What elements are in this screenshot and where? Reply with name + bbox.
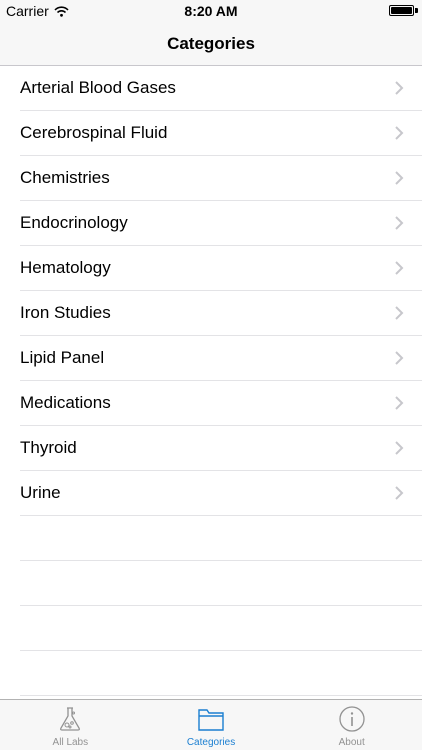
chevron-right-icon bbox=[395, 396, 404, 410]
empty-row bbox=[20, 651, 422, 696]
category-row-chemistries[interactable]: Chemistries bbox=[20, 156, 422, 201]
category-label: Lipid Panel bbox=[20, 348, 105, 367]
category-label: Endocrinology bbox=[20, 213, 128, 232]
empty-row bbox=[20, 516, 422, 561]
category-row-thyroid[interactable]: Thyroid bbox=[20, 426, 422, 471]
category-label: Hematology bbox=[20, 258, 111, 277]
category-row-arterial-blood-gases[interactable]: Arterial Blood Gases bbox=[20, 66, 422, 111]
tab-label: About bbox=[338, 737, 365, 748]
chevron-right-icon bbox=[395, 441, 404, 455]
page-title: Categories bbox=[167, 34, 255, 53]
category-label: Chemistries bbox=[20, 168, 110, 187]
info-icon bbox=[339, 706, 365, 732]
chevron-right-icon bbox=[395, 261, 404, 275]
navigation-bar: Categories bbox=[0, 22, 422, 66]
category-row-iron-studies[interactable]: Iron Studies bbox=[20, 291, 422, 336]
category-row-medications[interactable]: Medications bbox=[20, 381, 422, 426]
category-label: Arterial Blood Gases bbox=[20, 78, 176, 97]
status-time: 8:20 AM bbox=[184, 3, 238, 19]
chevron-right-icon bbox=[395, 171, 404, 185]
chevron-right-icon bbox=[395, 81, 404, 95]
tab-categories[interactable]: Categories bbox=[141, 700, 282, 750]
chevron-right-icon bbox=[395, 486, 404, 500]
empty-row bbox=[20, 606, 422, 651]
battery-tip bbox=[415, 8, 418, 13]
chevron-right-icon bbox=[395, 216, 404, 230]
category-label: Cerebrospinal Fluid bbox=[20, 123, 168, 142]
empty-row bbox=[20, 561, 422, 606]
tab-about[interactable]: About bbox=[281, 700, 422, 750]
chevron-right-icon bbox=[395, 351, 404, 365]
category-row-endocrinology[interactable]: Endocrinology bbox=[20, 201, 422, 246]
status-bar: Carrier 8:20 AM bbox=[0, 0, 422, 22]
flask-icon bbox=[60, 707, 81, 731]
chevron-right-icon bbox=[395, 306, 404, 320]
category-label: Iron Studies bbox=[20, 303, 111, 322]
tab-label: All Labs bbox=[52, 737, 89, 748]
tab-label: Categories bbox=[186, 737, 236, 748]
category-row-lipid-panel[interactable]: Lipid Panel bbox=[20, 336, 422, 381]
category-row-urine[interactable]: Urine bbox=[20, 471, 422, 516]
tab-all-labs[interactable]: All Labs bbox=[0, 700, 141, 750]
tab-bar: All Labs Categories About bbox=[0, 699, 422, 750]
folder-icon bbox=[198, 709, 224, 731]
category-row-hematology[interactable]: Hematology bbox=[20, 246, 422, 291]
category-label: Thyroid bbox=[20, 438, 77, 457]
category-list: Arterial Blood Gases Cerebrospinal Fluid… bbox=[0, 66, 422, 696]
chevron-right-icon bbox=[395, 126, 404, 140]
battery-icon bbox=[389, 5, 414, 16]
category-row-cerebrospinal-fluid[interactable]: Cerebrospinal Fluid bbox=[20, 111, 422, 156]
category-label: Medications bbox=[20, 393, 111, 412]
category-label: Urine bbox=[20, 483, 61, 502]
